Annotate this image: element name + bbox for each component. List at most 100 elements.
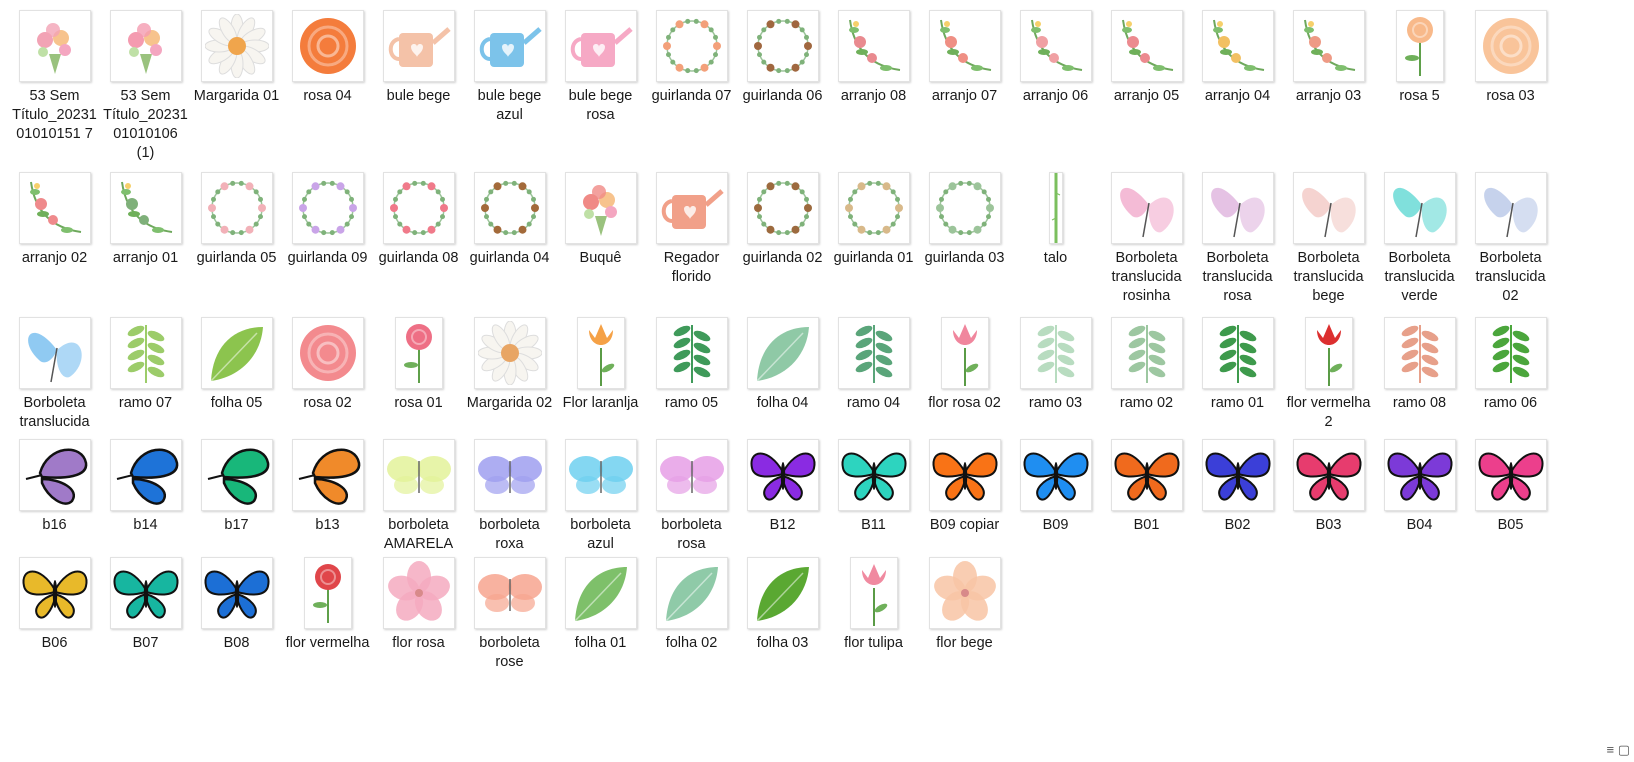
file-item[interactable]: arranjo 01	[100, 172, 191, 268]
branch-icon	[1383, 317, 1456, 389]
file-item[interactable]: arranjo 03	[1283, 10, 1374, 106]
file-name-label: bule bege azul	[477, 88, 542, 123]
file-item[interactable]: rosa 5	[1374, 10, 1465, 106]
file-item[interactable]: guirlanda 02	[737, 172, 828, 268]
file-item[interactable]: arranjo 04	[1192, 10, 1283, 106]
file-item[interactable]: ramo 08	[1374, 317, 1465, 413]
file-item[interactable]: B09 copiar	[919, 439, 1010, 535]
flower-bouquet-icon	[109, 10, 182, 82]
file-item[interactable]: flor vermelha	[282, 557, 373, 653]
file-item[interactable]: borboleta azul	[555, 439, 646, 554]
file-item[interactable]: B08	[191, 557, 282, 653]
file-item[interactable]: arranjo 08	[828, 10, 919, 106]
file-item[interactable]: b16	[9, 439, 100, 535]
file-item[interactable]: Borboleta translucida rosinha	[1101, 172, 1192, 306]
file-name-label: guirlanda 02	[742, 250, 823, 266]
file-item[interactable]: folha 02	[646, 557, 737, 653]
file-item[interactable]: B12	[737, 439, 828, 535]
file-item[interactable]: borboleta rose	[464, 557, 555, 672]
file-item[interactable]: folha 04	[737, 317, 828, 413]
file-item[interactable]: Buquê	[555, 172, 646, 268]
file-item[interactable]: Borboleta translucida 02	[1465, 172, 1556, 306]
file-item[interactable]: b14	[100, 439, 191, 535]
file-name-label: guirlanda 03	[924, 250, 1005, 266]
file-item[interactable]: ramo 03	[1010, 317, 1101, 413]
file-item[interactable]: guirlanda 05	[191, 172, 282, 268]
file-item[interactable]: rosa 01	[373, 317, 464, 413]
file-item[interactable]: arranjo 06	[1010, 10, 1101, 106]
file-item[interactable]: Borboleta translucida verde	[1374, 172, 1465, 306]
file-item[interactable]: borboleta AMARELA	[373, 439, 464, 554]
file-item[interactable]: folha 05	[191, 317, 282, 413]
file-name-label: Borboleta translucida verde	[1384, 250, 1455, 304]
file-item[interactable]: ramo 04	[828, 317, 919, 413]
file-item[interactable]: rosa 02	[282, 317, 373, 413]
file-item[interactable]: Borboleta translucida	[9, 317, 100, 432]
file-item[interactable]: guirlanda 03	[919, 172, 1010, 268]
branch-icon	[1201, 317, 1274, 389]
file-item[interactable]: B02	[1192, 439, 1283, 535]
file-item[interactable]: guirlanda 09	[282, 172, 373, 268]
view-toggle-icon[interactable]: ≡ ▢	[1607, 742, 1630, 758]
butterfly-icon	[746, 439, 819, 511]
file-item[interactable]: flor tulipa	[828, 557, 919, 653]
file-item[interactable]: arranjo 05	[1101, 10, 1192, 106]
file-name-label: B08	[223, 635, 250, 651]
wreath-icon	[473, 172, 546, 244]
file-item[interactable]: guirlanda 08	[373, 172, 464, 268]
floral-arrangement-icon	[837, 10, 910, 82]
file-item[interactable]: flor vermelha 2	[1283, 317, 1374, 432]
file-item[interactable]: guirlanda 04	[464, 172, 555, 268]
file-item[interactable]: folha 01	[555, 557, 646, 653]
file-item[interactable]: Borboleta translucida rosa	[1192, 172, 1283, 306]
tulip-icon	[849, 557, 898, 629]
file-item[interactable]: flor rosa 02	[919, 317, 1010, 413]
file-item[interactable]: arranjo 02	[9, 172, 100, 268]
file-name-label: B12	[769, 517, 796, 533]
file-name-label: b16	[42, 517, 67, 533]
file-item[interactable]: rosa 04	[282, 10, 373, 106]
file-item[interactable]: folha 03	[737, 557, 828, 653]
file-item[interactable]: b13	[282, 439, 373, 535]
file-item[interactable]: rosa 03	[1465, 10, 1556, 106]
file-item[interactable]: B09	[1010, 439, 1101, 535]
file-item[interactable]: bule bege rosa	[555, 10, 646, 125]
file-item[interactable]: B03	[1283, 439, 1374, 535]
file-item[interactable]: Regador florido	[646, 172, 737, 287]
file-item[interactable]: 53 Sem Título_2023101010151 7	[9, 10, 100, 144]
file-item[interactable]: borboleta rosa	[646, 439, 737, 554]
file-item[interactable]: ramo 01	[1192, 317, 1283, 413]
file-item[interactable]: flor rosa	[373, 557, 464, 653]
file-name-label: guirlanda 04	[469, 250, 550, 266]
file-name-label: borboleta AMARELA	[383, 517, 454, 552]
file-item[interactable]: talo	[1010, 172, 1101, 268]
file-item[interactable]: guirlanda 01	[828, 172, 919, 268]
file-item[interactable]: arranjo 07	[919, 10, 1010, 106]
file-item[interactable]: Margarida 01	[191, 10, 282, 106]
file-item[interactable]: Flor laranlja	[555, 317, 646, 413]
file-item[interactable]: B11	[828, 439, 919, 535]
file-item[interactable]: B05	[1465, 439, 1556, 535]
bouquet-icon	[564, 172, 637, 244]
file-item[interactable]: B01	[1101, 439, 1192, 535]
file-item[interactable]: ramo 02	[1101, 317, 1192, 413]
file-item[interactable]: bule bege azul	[464, 10, 555, 125]
butterfly-icon	[18, 557, 91, 629]
file-item[interactable]: borboleta roxa	[464, 439, 555, 554]
file-item[interactable]: B07	[100, 557, 191, 653]
file-item[interactable]: guirlanda 06	[737, 10, 828, 106]
file-item[interactable]: Margarida 02	[464, 317, 555, 413]
file-item[interactable]: bule bege	[373, 10, 464, 106]
file-item[interactable]: 53 Sem Título_2023101010106 (1)	[100, 10, 191, 163]
file-item[interactable]: B06	[9, 557, 100, 653]
file-item[interactable]: b17	[191, 439, 282, 535]
file-item[interactable]: flor bege	[919, 557, 1010, 653]
file-item[interactable]: guirlanda 07	[646, 10, 737, 106]
file-item[interactable]: ramo 05	[646, 317, 737, 413]
butterfly-icon	[1019, 439, 1092, 511]
butterfly-icon	[109, 439, 182, 511]
file-item[interactable]: Borboleta translucida bege	[1283, 172, 1374, 306]
file-item[interactable]: ramo 07	[100, 317, 191, 413]
file-item[interactable]: B04	[1374, 439, 1465, 535]
file-item[interactable]: ramo 06	[1465, 317, 1556, 413]
